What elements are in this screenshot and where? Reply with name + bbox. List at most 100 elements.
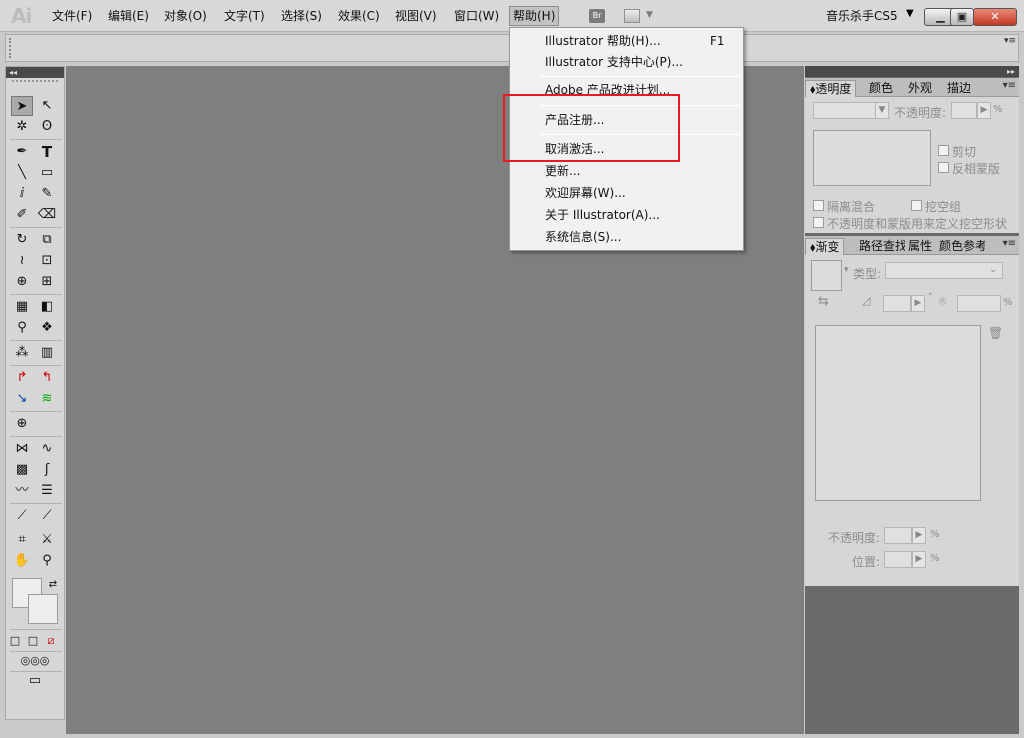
zoom-tool-icon[interactable]: ⚲ [36,551,58,571]
knockout-group-checkbox[interactable] [911,200,922,211]
angle-input[interactable] [883,295,911,312]
free-transform-tool-icon[interactable]: ⊡ [36,251,58,271]
stroke-swatch[interactable] [28,594,58,624]
menu-item-system-info[interactable]: 系统信息(S)... [545,227,621,247]
selection-tool-icon[interactable]: ➤ [11,96,33,116]
warp-tool-icon[interactable]: ≀ [11,251,33,271]
opacity-input[interactable] [951,102,977,119]
column-graph-tool-icon[interactable]: ▥ [36,343,58,363]
chevron-down-icon[interactable]: ▼ [875,102,889,119]
direct-selection-tool-icon[interactable]: ↖ [36,96,58,116]
gradient-slider-area[interactable] [815,325,981,501]
color-mode-icon[interactable]: □ [8,631,22,651]
draw-mode-icon[interactable]: ◎◎◎ [8,651,62,671]
tab-transparency[interactable]: ⬧透明度 [805,80,857,97]
tab-stroke[interactable]: 描边 [943,80,975,97]
blend-tool-icon[interactable]: ❖ [36,318,58,338]
paintbrush-tool-icon[interactable]: ⅈ [11,184,33,204]
draw-tool-icon[interactable]: ↱ [11,368,33,388]
line-tool-icon[interactable]: ╲ [11,163,33,183]
menu-file[interactable]: 文件(F) [49,6,95,26]
panel-menu-icon[interactable]: ▾≡ [1003,80,1016,91]
slice-tool-icon[interactable]: ⟋ [36,506,58,526]
grid-tool-icon[interactable]: ▩ [11,460,33,480]
pencil-tool-icon[interactable]: ✎ [36,184,58,204]
perspective-grid-tool-icon[interactable]: ⊞ [36,272,58,292]
tab-pathfinder[interactable]: 路径查找器 [855,238,905,255]
chevron-down-icon[interactable]: ▼ [646,10,653,20]
menu-item-updates[interactable]: 更新... [545,161,580,181]
chevron-right-icon[interactable]: ▶ [911,295,925,312]
collapse-icon[interactable]: ◂◂ [6,67,64,78]
magic-wand-tool-icon[interactable]: ✲ [11,117,33,137]
tab-color[interactable]: 颜色 [865,80,897,97]
eyedropper-tool-icon[interactable]: ⚲ [11,318,33,338]
location-input[interactable] [884,551,912,568]
blend-mode-select[interactable] [813,102,883,119]
panel-menu-icon[interactable]: ▾≡ [1004,36,1016,46]
menu-type[interactable]: 文字(T) [221,6,268,26]
menu-select[interactable]: 选择(S) [278,6,325,26]
list-tool-icon[interactable]: ☰ [36,481,58,501]
artboard-tool-icon[interactable]: ⌗ [11,530,33,550]
target-tool-icon[interactable]: ⊕ [11,414,33,434]
menu-item-support-center[interactable]: Illustrator 支持中心(P)... [545,52,683,72]
arrange-documents-button[interactable] [624,9,640,23]
screen-mode-icon[interactable]: ▭ [24,671,46,691]
workspace-dropdown-icon[interactable]: ▼ [906,8,914,19]
eraser-tool-icon[interactable]: ⌫ [36,205,58,225]
chevron-right-icon[interactable]: ▶ [912,527,926,544]
chevron-down-icon[interactable]: ▾ [844,265,849,275]
zigzag-tool-icon[interactable]: 〰 [11,481,33,501]
gradient-mode-icon[interactable]: □ [26,631,40,651]
chevron-right-icon[interactable]: ▶ [912,551,926,568]
pen-tool-icon[interactable]: ✒ [11,142,33,162]
knife-tool-icon[interactable]: ⚔ [36,530,58,550]
menu-effect[interactable]: 效果(C) [335,6,383,26]
mesh-tool-icon[interactable]: ▦ [11,297,33,317]
tab-appearance[interactable]: 外观 [904,80,936,97]
gradient-tool-icon[interactable]: ◧ [36,297,58,317]
grip-handle[interactable] [9,38,12,58]
scale-tool-icon[interactable]: ⧉ [36,230,58,250]
twirl-tool-icon[interactable]: ʃ [36,460,58,480]
none-mode-icon[interactable]: ⧄ [44,631,58,651]
draw-line-tool-icon[interactable]: ↘ [11,389,33,409]
gradient-swatch[interactable] [811,260,842,291]
lasso-tool-icon[interactable]: ʘ [36,117,58,137]
measure-tool-icon[interactable]: ⟋ [11,506,33,526]
tab-attributes[interactable]: 属性 [904,238,936,255]
menu-item-welcome-screen[interactable]: 欢迎屏幕(W)... [545,183,626,203]
isolate-blending-checkbox[interactable] [813,200,824,211]
menu-help[interactable]: 帮助(H) [509,6,560,26]
type-tool-icon[interactable]: T [36,142,58,162]
tab-color-guide[interactable]: 颜色参考 [935,238,985,255]
draw-plus-tool-icon[interactable]: ↰ [36,368,58,388]
rotate-tool-icon[interactable]: ↻ [11,230,33,250]
close-button[interactable]: ✕ [973,8,1017,26]
swap-icon[interactable]: ⇄ [42,575,64,595]
expand-icon[interactable]: ▸▸ [805,66,1019,77]
reverse-gradient-icon[interactable]: ⇆ [818,294,829,309]
rectangle-tool-icon[interactable]: ▭ [36,163,58,183]
menu-item-illustrator-help[interactable]: Illustrator 帮助(H)... [545,31,661,51]
blob-brush-tool-icon[interactable]: ✐ [11,205,33,225]
tab-gradient[interactable]: ⬧渐变 [805,238,845,255]
clip-checkbox[interactable] [938,145,949,156]
hand-tool-icon[interactable]: ✋ [11,551,33,571]
envelope-tool-icon[interactable]: ⋈ [11,439,33,459]
menu-object[interactable]: 对象(O) [161,6,210,26]
menu-window[interactable]: 窗口(W) [451,6,502,26]
opacity-mask-checkbox[interactable] [813,217,824,228]
bridge-button[interactable]: Br [589,9,605,23]
wave-tool-icon[interactable]: ≋ [36,389,58,409]
maximize-button[interactable]: ▣ [950,8,974,26]
trash-icon[interactable]: 🗑 [988,326,1003,340]
menu-view[interactable]: 视图(V) [392,6,440,26]
stop-opacity-input[interactable] [884,527,912,544]
menu-item-about-illustrator[interactable]: 关于 Illustrator(A)... [545,205,660,225]
shape-builder-tool-icon[interactable]: ⊕ [11,272,33,292]
aspect-ratio-input[interactable] [957,295,1001,312]
symbol-sprayer-tool-icon[interactable]: ⁂ [11,343,33,363]
panel-menu-icon[interactable]: ▾≡ [1003,238,1016,249]
